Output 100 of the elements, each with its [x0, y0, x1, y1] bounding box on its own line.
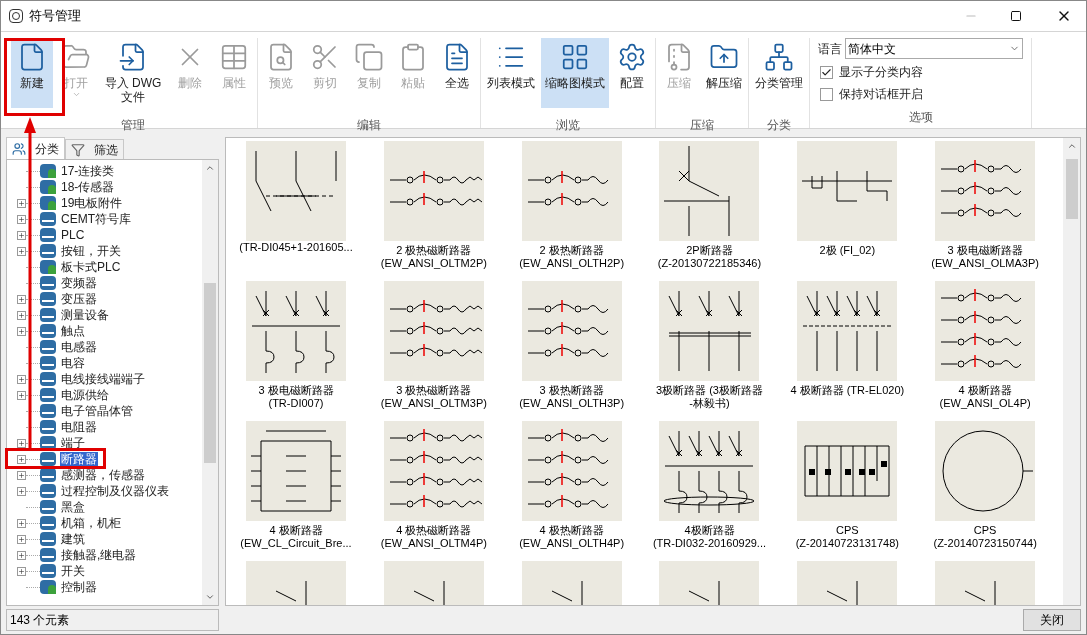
tree-item[interactable]: PLC — [60, 227, 86, 243]
expand-toggle[interactable] — [17, 566, 26, 576]
expand-toggle[interactable] — [17, 534, 26, 544]
symbol-code: (TR-DI032-20160929... — [652, 537, 767, 550]
expand-toggle[interactable] — [17, 518, 26, 528]
ribbon-button[interactable]: 配置 — [611, 38, 653, 108]
tree-item[interactable]: 控制器 — [60, 579, 98, 595]
group-label: 管理 — [120, 117, 146, 134]
tree-item[interactable]: 感测器，传感器 — [60, 467, 146, 483]
plus-icon — [18, 247, 25, 255]
symbol-preview[interactable] — [659, 421, 760, 521]
scroll-up-icon[interactable] — [205, 163, 215, 173]
tree-item[interactable]: 变压器 — [60, 291, 98, 307]
tree-item[interactable]: 电阻器 — [60, 419, 98, 435]
symbol-code: (Z-20130722185346) — [657, 257, 762, 270]
tree-item[interactable]: 黑盒 — [60, 499, 86, 515]
plus-icon — [18, 375, 25, 383]
expand-toggle[interactable] — [17, 470, 26, 480]
symbol-name: 3 极热磁断路器 — [396, 383, 472, 397]
tree-item[interactable]: 接触器,继电器 — [60, 547, 138, 563]
tree-item[interactable]: CEMT符号库 — [60, 211, 132, 227]
symbol-code: (EW_ANSI_OL4P) — [939, 397, 1031, 410]
expand-toggle[interactable] — [17, 310, 26, 320]
tree-item[interactable]: 变频器 — [60, 275, 98, 291]
tree-item[interactable]: 板卡式PLC — [60, 259, 122, 275]
plus-icon — [18, 215, 25, 223]
symbol-name: 2 极热断路器 — [539, 243, 604, 257]
symbol-name: 3极断路器 (3极断路器 — [656, 383, 763, 397]
symbol-name: 4 极热磁断路器 — [396, 523, 472, 537]
expand-toggle[interactable] — [17, 390, 26, 400]
checkbox[interactable] — [820, 65, 833, 79]
tree-item[interactable]: 电感器 — [60, 339, 98, 355]
sidebar-tab[interactable]: 筛选 — [65, 139, 124, 159]
symbol-name: 4极断路器 — [684, 523, 735, 537]
expand-toggle[interactable] — [17, 326, 26, 336]
scrollbar[interactable] — [1063, 138, 1080, 605]
expand-toggle[interactable] — [17, 438, 26, 448]
ribbon-button[interactable]: 解压缩 — [702, 38, 746, 108]
expand-toggle[interactable] — [17, 454, 26, 464]
expand-toggle[interactable] — [17, 550, 26, 560]
expand-toggle[interactable] — [17, 374, 26, 384]
symbol-preview[interactable] — [797, 421, 898, 521]
tree-item[interactable]: 电容 — [60, 355, 86, 371]
scroll-down-icon[interactable] — [205, 592, 215, 602]
tree-item[interactable]: 过程控制及仪器仪表 — [60, 483, 170, 499]
maximize-icon[interactable] — [1010, 10, 1022, 22]
expand-toggle[interactable] — [17, 246, 26, 256]
expand-toggle[interactable] — [17, 230, 26, 240]
scroll-thumb[interactable] — [1065, 159, 1078, 219]
sidebar-tab[interactable]: 分类 — [6, 137, 65, 159]
tree-item[interactable]: 19电板附件 — [60, 195, 124, 211]
ribbon-button[interactable]: 分类管理 — [751, 38, 807, 108]
symbol-code: (TR-DI007) — [268, 397, 324, 410]
ribbon-button[interactable]: 导入 DWG 文件 — [99, 38, 167, 108]
plus-icon — [18, 439, 25, 447]
language-select[interactable]: 简体中文 — [845, 38, 1023, 59]
ribbon-button[interactable]: 新建 — [11, 38, 53, 108]
filter-icon — [71, 142, 85, 157]
tree-item[interactable]: 电源供给 — [60, 387, 110, 403]
symbol-name: 3 极电磁断路器 — [258, 383, 334, 397]
tree-item[interactable]: 建筑 — [60, 531, 86, 547]
ribbon-button[interactable]: 缩略图模式 — [541, 38, 609, 108]
symbol-code: (Z-20140723150744) — [933, 537, 1037, 550]
checkbox[interactable] — [820, 87, 833, 101]
plus-icon — [18, 391, 25, 399]
tree-item[interactable]: 触点 — [60, 323, 86, 339]
scroll-thumb[interactable] — [204, 283, 216, 463]
expand-toggle[interactable] — [17, 294, 26, 304]
plus-icon — [18, 327, 25, 335]
plus-icon — [18, 487, 25, 495]
expand-toggle[interactable] — [17, 486, 26, 496]
plus-icon — [18, 231, 25, 239]
symbol-preview[interactable] — [383, 281, 484, 381]
symbol-preview[interactable] — [521, 421, 622, 521]
ribbon-button[interactable]: 列表模式 — [483, 38, 539, 108]
symbol-code: (EW_ANSI_OLTH4P) — [519, 537, 625, 550]
expand-toggle[interactable] — [17, 198, 26, 208]
symbol-name: CPS — [973, 523, 997, 537]
tree-item[interactable]: 按钮，开关 — [60, 243, 122, 259]
tree-item[interactable]: 测量设备 — [60, 307, 110, 323]
tree-item[interactable]: 机箱，机柜 — [60, 515, 122, 531]
tree-item[interactable]: 17-连接类 — [60, 163, 116, 179]
tree-item[interactable]: 电子管晶体管 — [60, 403, 134, 419]
tree-item[interactable]: 18-传感器 — [60, 179, 116, 195]
expand-toggle[interactable] — [17, 214, 26, 224]
tree-item[interactable]: 断路器 — [60, 451, 98, 467]
group-label: 分类 — [766, 117, 792, 134]
close-button[interactable]: 关闭 — [1023, 609, 1081, 631]
tree-item[interactable]: 电线接线端端子 — [60, 371, 146, 387]
group-label: 选项 — [907, 109, 934, 126]
symbol-preview[interactable] — [383, 421, 484, 521]
tree-item[interactable]: 开关 — [60, 563, 86, 579]
scroll-up-icon[interactable] — [1066, 141, 1077, 151]
symbol-preview[interactable] — [935, 281, 1036, 381]
symbol-name: 4 极断路器 — [269, 523, 323, 537]
symbol-code: (EW_ANSI_OLTH3P) — [519, 397, 625, 410]
tree-item[interactable]: 端子 — [60, 435, 86, 451]
scrollbar[interactable] — [202, 160, 218, 605]
ribbon-button[interactable]: 全选 — [436, 38, 478, 108]
plus-icon — [18, 535, 25, 543]
